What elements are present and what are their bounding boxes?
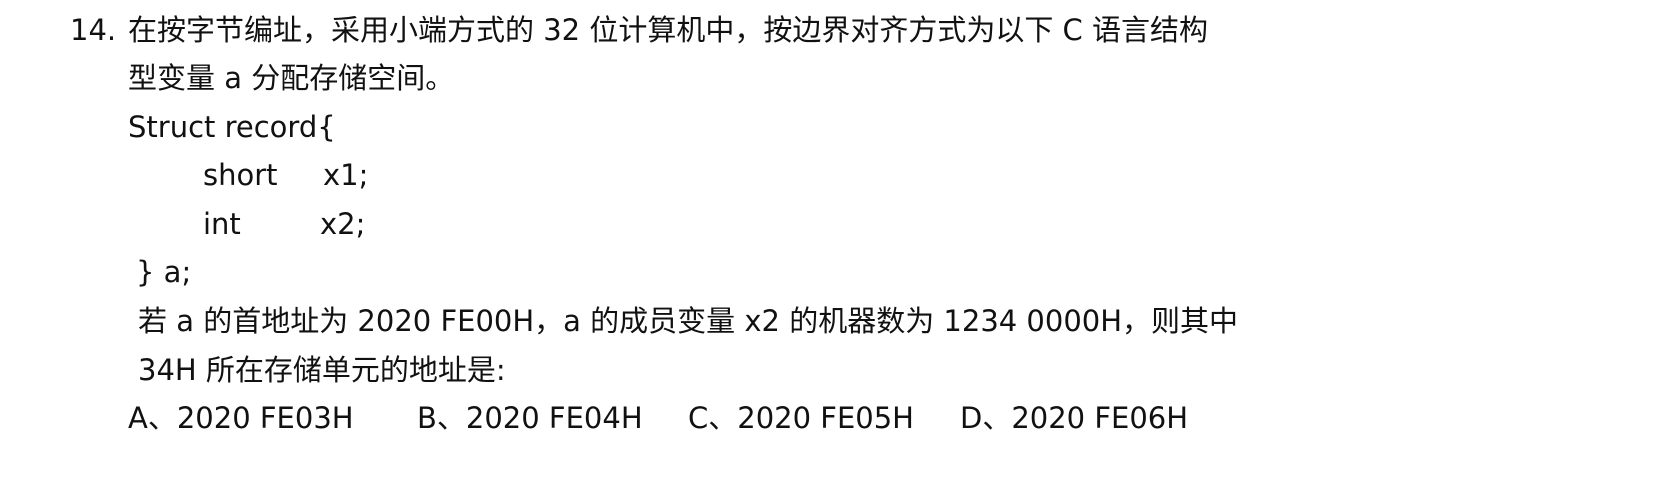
option-c: C、2020 FE05H bbox=[688, 401, 914, 435]
option-d: D、2020 FE06H bbox=[960, 401, 1189, 435]
code-field1-type: short bbox=[203, 158, 278, 192]
option-a: A、2020 FE03H bbox=[128, 401, 354, 435]
code-field2-name: x2; bbox=[320, 207, 366, 241]
code-field1-name: x1; bbox=[323, 158, 369, 192]
code-struct-close: } a; bbox=[136, 255, 192, 289]
code-field2-type: int bbox=[203, 207, 241, 241]
question-stem-line2: 型变量 a 分配存储空间。 bbox=[128, 61, 455, 95]
question-number: 14. bbox=[70, 13, 117, 47]
condition-line1: 若 a 的首地址为 2020 FE00H，a 的成员变量 x2 的机器数为 12… bbox=[138, 304, 1239, 338]
question-stem-line1: 在按字节编址，采用小端方式的 32 位计算机中，按边界对齐方式为以下 C 语言结… bbox=[128, 13, 1209, 47]
option-b: B、2020 FE04H bbox=[417, 401, 643, 435]
code-struct-open: Struct record{ bbox=[128, 110, 336, 144]
condition-line2: 34H 所在存储单元的地址是: bbox=[138, 353, 506, 387]
